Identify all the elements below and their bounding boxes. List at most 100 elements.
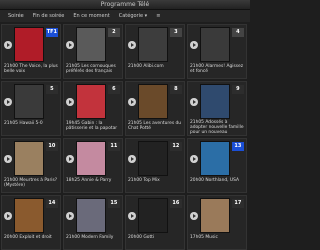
play-icon[interactable] xyxy=(66,41,74,49)
channel-logo: TF1 xyxy=(45,28,58,37)
program-card[interactable]: 6 19h45 Gabin : la pâtisserie et la papot… xyxy=(63,81,123,136)
program-card[interactable]: 14 20h00 Exploit et droit xyxy=(1,195,61,250)
program-card[interactable]: 2 21h05 Les cornouques préférés des franç… xyxy=(63,24,123,79)
program-card[interactable]: 17 17h05 Music xyxy=(187,195,247,250)
menu-icon[interactable]: ≡ xyxy=(154,12,162,20)
program-card[interactable]: 3 21h00 Alibi.com xyxy=(125,24,185,79)
program-title: 18h25 Annie & Parry xyxy=(64,177,122,183)
channel-logo: 12 xyxy=(169,142,182,151)
card-media-row: 13 xyxy=(188,139,246,177)
program-name: Music xyxy=(205,235,218,240)
program-thumbnail xyxy=(13,141,44,176)
channel-logo: 13 xyxy=(231,142,244,151)
play-icon[interactable] xyxy=(4,41,12,49)
program-time: 21h05 xyxy=(4,121,18,126)
program-time: 21h00 xyxy=(128,64,142,69)
channel-logo: 6 xyxy=(107,85,120,94)
channel-logo: 5 xyxy=(45,85,58,94)
program-time: 20h00 xyxy=(190,178,204,183)
play-icon[interactable] xyxy=(128,212,136,220)
program-thumbnail xyxy=(137,27,168,62)
card-media-row: 10 xyxy=(2,139,60,177)
program-thumbnail xyxy=(137,141,168,176)
program-title: 17h05 Music xyxy=(188,234,246,240)
card-media-row: 12 xyxy=(126,139,184,177)
card-media-row: 15 xyxy=(64,196,122,234)
program-card[interactable]: 4 21h00 Alarmes! Agissez et foncé xyxy=(187,24,247,79)
channel-logo: 3 xyxy=(169,28,182,37)
program-thumbnail xyxy=(137,198,168,233)
program-time: 20h00 xyxy=(4,235,18,240)
program-card[interactable]: 10 21h00 Meurtres à Paris? (Mystère) xyxy=(1,138,61,193)
program-thumbnail xyxy=(75,27,106,62)
program-title: 21h00 Modern Family xyxy=(64,234,122,240)
program-card[interactable]: TF1 21h00 The Voice, la plus belle voix xyxy=(1,24,61,79)
program-thumbnail xyxy=(199,198,230,233)
program-name: Northland, USA xyxy=(205,178,240,183)
program-thumbnail xyxy=(75,141,106,176)
program-title: 19h45 Gabin : la pâtisserie et la papota… xyxy=(64,120,122,131)
program-card[interactable]: 13 20h00 Northland, USA xyxy=(187,138,247,193)
program-title: 20h00 Exploit et droit xyxy=(2,234,60,240)
category-dropdown[interactable]: Catégorie ▾ xyxy=(117,12,149,20)
card-media-row: 17 xyxy=(188,196,246,234)
play-icon[interactable] xyxy=(128,98,136,106)
program-card[interactable]: 5 21h05 Hawaii 5-0 xyxy=(1,81,61,136)
channel-logo: 8 xyxy=(169,85,182,94)
card-media-row: 2 xyxy=(64,25,122,63)
program-thumbnail xyxy=(13,84,44,119)
window-title: Programme Télé xyxy=(0,0,250,10)
program-thumbnail xyxy=(75,84,106,119)
card-media-row: 8 xyxy=(126,82,184,120)
play-icon[interactable] xyxy=(190,41,198,49)
program-name: Alibi.com xyxy=(143,64,164,69)
play-icon[interactable] xyxy=(128,41,136,49)
program-card[interactable]: 16 20h00 Gotti xyxy=(125,195,185,250)
card-media-row: 4 xyxy=(188,25,246,63)
program-name: Gotti xyxy=(143,235,155,240)
play-icon[interactable] xyxy=(66,155,74,163)
program-title: 21h00 The Voice, la plus belle voix xyxy=(2,63,60,74)
play-icon[interactable] xyxy=(4,155,12,163)
play-icon[interactable] xyxy=(66,212,74,220)
program-name: Modern Family xyxy=(81,235,114,240)
program-card[interactable]: 15 21h00 Modern Family xyxy=(63,195,123,250)
program-card[interactable]: 8 21h05 Les aventures du Chat Potté xyxy=(125,81,185,136)
app-window: Programme Télé Soirée Fin de soirée En c… xyxy=(0,0,250,250)
program-time: 18h25 xyxy=(66,178,80,183)
program-title: 21h05 Les aventures du Chat Potté xyxy=(126,120,184,131)
card-media-row: 16 xyxy=(126,196,184,234)
play-icon[interactable] xyxy=(4,98,12,106)
program-time: 17h05 xyxy=(190,235,204,240)
play-icon[interactable] xyxy=(190,98,198,106)
program-title: 21h00 Alarmes! Agissez et foncé xyxy=(188,63,246,74)
tab-en-ce-moment[interactable]: En ce moment xyxy=(71,12,111,20)
tab-fin-de-soiree[interactable]: Fin de soirée xyxy=(31,12,67,20)
program-thumbnail xyxy=(75,198,106,233)
channel-logo: 10 xyxy=(45,142,58,151)
card-media-row: 3 xyxy=(126,25,184,63)
channel-logo: 16 xyxy=(169,199,182,208)
play-icon[interactable] xyxy=(190,155,198,163)
program-card[interactable]: 12 21h00 Top Mix xyxy=(125,138,185,193)
program-grid: TF1 21h00 The Voice, la plus belle voix 2 2… xyxy=(0,24,251,250)
tab-soiree[interactable]: Soirée xyxy=(6,12,26,20)
program-thumbnail xyxy=(13,198,44,233)
program-card[interactable]: 11 18h25 Annie & Parry xyxy=(63,138,123,193)
program-name: Hawaii 5-0 xyxy=(19,121,43,126)
program-thumbnail xyxy=(199,27,230,62)
program-card[interactable]: 9 21h05 Adossés à adopter nouvelle famill… xyxy=(187,81,247,136)
card-media-row: 6 xyxy=(64,82,122,120)
play-icon[interactable] xyxy=(128,155,136,163)
program-thumbnail xyxy=(199,141,230,176)
program-title: 20h00 Gotti xyxy=(126,234,184,240)
play-icon[interactable] xyxy=(4,212,12,220)
program-name: Annie & Parry xyxy=(81,178,112,183)
program-title: 21h05 Hawaii 5-0 xyxy=(2,120,60,126)
program-thumbnail xyxy=(199,84,230,119)
play-icon[interactable] xyxy=(66,98,74,106)
program-title: 20h00 Northland, USA xyxy=(188,177,246,183)
play-icon[interactable] xyxy=(190,212,198,220)
program-thumbnail xyxy=(13,27,44,62)
channel-logo: 4 xyxy=(231,28,244,37)
